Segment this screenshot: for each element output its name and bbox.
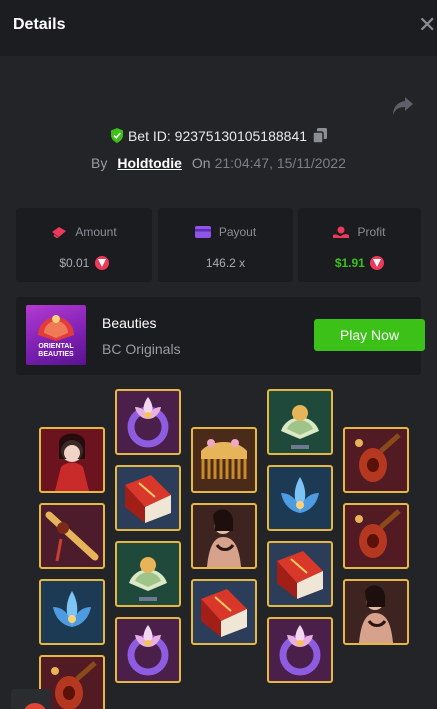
woman-pose-icon: [207, 509, 241, 567]
comb-icon: [201, 439, 247, 479]
ring-lotus-icon: [127, 625, 169, 676]
reel-symbol-red-book: [115, 465, 181, 531]
reel-symbol-mandolin: [343, 503, 409, 569]
stat-value-amount: $0.01: [59, 256, 90, 270]
reel-symbol-ring-lotus: [115, 389, 181, 455]
play-now-button[interactable]: Play Now: [314, 319, 425, 351]
tron-icon: [94, 256, 109, 270]
share-icon[interactable]: [392, 96, 414, 116]
thumb-title: ORIENTAL BEAUTIES: [38, 343, 74, 358]
verified-shield-icon: [110, 128, 123, 143]
stat-value-profit: $1.91: [334, 256, 365, 270]
reel-symbol-comb: [191, 427, 257, 493]
blue-lotus-icon: [281, 477, 319, 513]
reel-symbol-flute: [39, 503, 105, 569]
by-label: By: [91, 155, 108, 171]
reel-symbol-ring-lotus: [115, 617, 181, 683]
game-name: Beauties: [102, 315, 157, 331]
stat-label-amount: Amount: [75, 225, 117, 239]
woman-pose-icon: [359, 585, 393, 643]
bet-id: Bet ID: 92375130105188841: [127, 128, 308, 144]
tron-icon: [370, 256, 385, 270]
fan-crest-icon: [281, 405, 319, 449]
stat-amount: Amount $0.01: [16, 208, 152, 282]
flute-icon: [45, 511, 99, 562]
game-thumbnail[interactable]: ORIENTAL BEAUTIES: [26, 305, 86, 365]
copy-icon[interactable]: [313, 128, 328, 143]
bet-timestamp: 21:04:47, 15/11/2022: [214, 155, 346, 171]
reel-symbol-woman-pose: [191, 503, 257, 569]
mandolin-icon: [355, 509, 401, 558]
game-provider: BC Originals: [102, 341, 181, 357]
reel-symbol-woman-red: [39, 427, 105, 493]
page-title: Details: [13, 16, 66, 33]
game-card: ORIENTAL BEAUTIES Beauties BC Originals …: [16, 297, 425, 375]
mandolin-icon: [355, 433, 401, 482]
ring-lotus-icon: [127, 397, 169, 448]
woman-red-icon: [55, 433, 89, 491]
username-link[interactable]: Holdtodie: [117, 155, 182, 171]
avatar[interactable]: [11, 689, 51, 709]
bet-id-line: Bet ID: 92375130105188841: [0, 128, 437, 144]
reel-symbol-mandolin: [343, 427, 409, 493]
close-icon[interactable]: ✕: [418, 14, 437, 36]
blue-lotus-icon: [53, 591, 91, 627]
reel-symbol-blue-lotus: [267, 465, 333, 531]
reel-symbol-fan-crest: [115, 541, 181, 607]
details-header: Details ✕: [0, 0, 437, 56]
red-book-icon: [125, 475, 171, 523]
fan-crest-icon: [129, 557, 167, 601]
cash-icon: [52, 227, 67, 239]
ring-lotus-icon: [279, 625, 321, 676]
reel-symbol-fan-crest: [267, 389, 333, 455]
profit-icon: [333, 226, 350, 238]
bet-meta: By Holdtodie On 21:04:47, 15/11/2022: [91, 155, 346, 171]
stat-value-payout: 146.2 x: [205, 256, 246, 270]
reel-symbol-red-book: [191, 579, 257, 645]
stat-label-payout: Payout: [218, 225, 257, 239]
stat-profit: Profit $1.91: [298, 208, 421, 282]
reel-symbol-blue-lotus: [39, 579, 105, 645]
reel-symbol-woman-pose: [343, 579, 409, 645]
stat-label-profit: Profit: [357, 225, 386, 239]
reel-symbol-red-book: [267, 541, 333, 607]
red-book-icon: [201, 589, 247, 637]
on-label: On: [191, 155, 211, 171]
reel-symbol-ring-lotus: [267, 617, 333, 683]
red-book-icon: [277, 551, 323, 599]
stat-payout: Payout 146.2 x: [158, 208, 293, 282]
card-icon: [194, 226, 211, 238]
